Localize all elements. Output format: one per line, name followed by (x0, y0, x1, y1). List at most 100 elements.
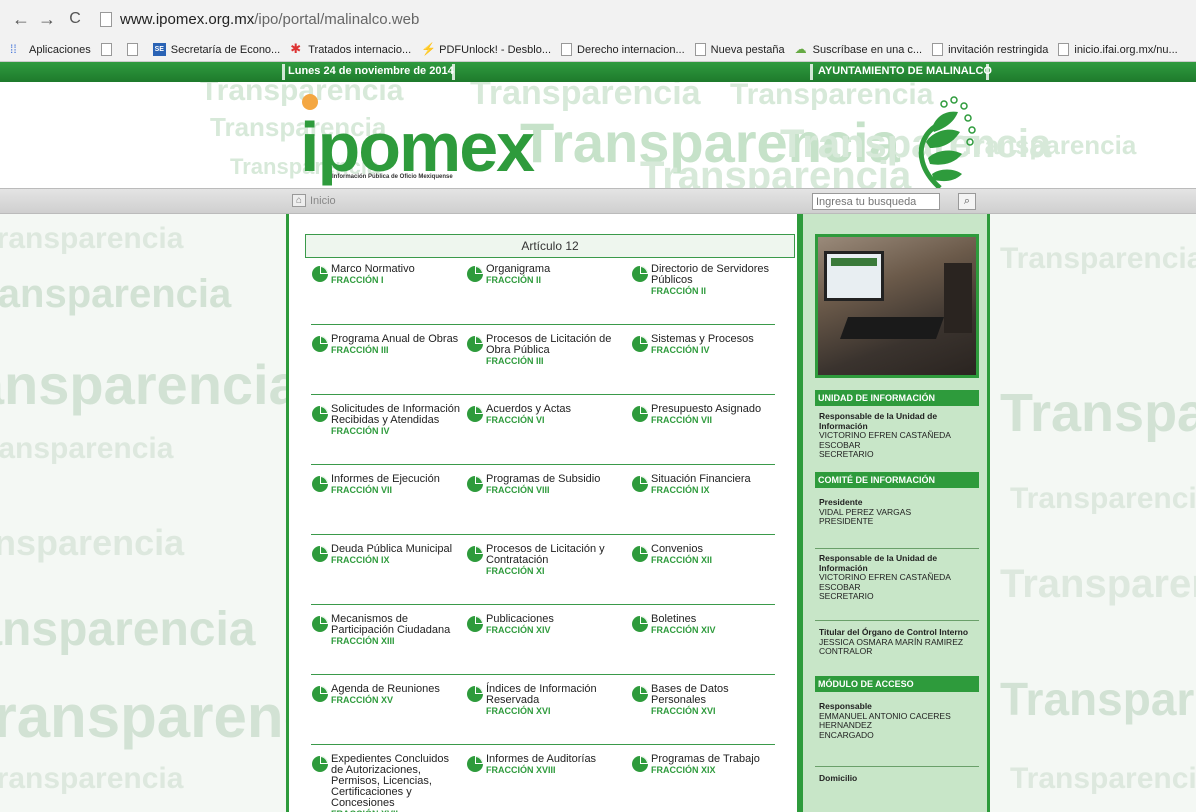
fraction-number: FRACCIÓN XIV (486, 625, 551, 635)
tower-image (944, 263, 972, 333)
fraction-text: Acuerdos y Actas FRACCIÓN VI (486, 403, 571, 426)
pie-chart-icon (467, 266, 483, 282)
fraction-link[interactable]: Boletines FRACCIÓN XIV (631, 614, 781, 635)
pie-chart-icon (312, 686, 328, 702)
fraction-link[interactable]: Expedientes Concluidos de Autorizaciones… (311, 754, 461, 812)
fraction-title: Publicaciones (486, 613, 554, 625)
search-input[interactable] (812, 193, 940, 210)
fraction-link[interactable]: Informes de Auditorías FRACCIÓN XVIII (466, 754, 616, 775)
fraction-text: Programa Anual de Obras FRACCIÓN III (331, 333, 459, 356)
bookmark-item[interactable]: Nueva pestaña (694, 43, 785, 56)
url-domain: www.ipomex.org.mx (120, 10, 255, 28)
bookmark-label: Aplicaciones (29, 43, 91, 56)
row-divider (311, 674, 775, 675)
fraction-title: Presupuesto Asignado (651, 403, 762, 415)
pie-chart-icon (312, 406, 328, 422)
back-button[interactable]: ← (12, 9, 30, 30)
fraction-row: Programa Anual de Obras FRACCIÓN III Proce… (311, 334, 775, 394)
fraction-link[interactable]: Programas de Subsidio FRACCIÓN VIII (466, 474, 616, 495)
fraction-title: Mecanismos de Participación Ciudadana (331, 613, 451, 636)
bookmark-label: PDFUnlock! - Desblo... (439, 43, 552, 56)
bookmark-item[interactable] (126, 43, 143, 56)
watermark-text: Transparencia (0, 432, 174, 465)
fraction-title: Convenios (651, 543, 703, 555)
pie-chart-icon (467, 476, 483, 492)
fraction-text: Marco Normativo FRACCIÓN I (331, 264, 415, 286)
bookmark-item[interactable]: SE Secretaría de Econo... (152, 43, 280, 56)
fraction-link[interactable]: Mecanismos de Participación Ciudadana FRA… (311, 614, 461, 646)
fraction-link[interactable]: Índices de Información Reservada FRACCIÓN… (466, 684, 616, 716)
bookmark-label: Suscríbase en una c... (812, 43, 923, 56)
office-photo (815, 234, 979, 378)
fraction-title: Procesos de Licitación de Obra Pública (486, 333, 612, 356)
pdf-icon: ⚡ (421, 42, 437, 56)
fraction-link[interactable]: Procesos de Licitación y Contratación FRA… (466, 544, 616, 576)
address-bar[interactable]: www.ipomex.org.mx/ipo/portal/malinalco.w… (120, 11, 419, 28)
pie-chart-icon (467, 336, 483, 352)
home-link[interactable]: ⌂ Inicio (292, 194, 336, 207)
fraction-link[interactable]: Publicaciones FRACCIÓN XIV (466, 614, 616, 635)
page-icon (561, 43, 573, 56)
fraction-link[interactable]: Acuerdos y Actas FRACCIÓN VI (466, 404, 616, 425)
separator (815, 548, 979, 549)
modulo-header: MÓDULO DE ACCESO (815, 676, 979, 692)
fraction-text: Procesos de Licitación de Obra Pública FR… (486, 333, 616, 367)
pie-chart-icon (467, 756, 483, 772)
fraction-link[interactable]: Programas de Trabajo FRACCIÓN XIX (631, 754, 781, 775)
comite-member: Responsable de la Unidad de Información … (819, 553, 979, 602)
fraction-title: Procesos de Licitación y Contratación (486, 543, 605, 566)
fraction-link[interactable]: Directorio de Servidores Públicos FRACCIÓ… (631, 264, 781, 296)
role-label: Responsable de la Unidad de Información (819, 411, 938, 431)
bookmark-label: Nueva pestaña (710, 43, 785, 56)
fraction-link[interactable]: Solicitudes de Información Recibidas y A… (311, 404, 461, 436)
fraction-link[interactable]: Agenda de Reuniones FRACCIÓN XV (311, 684, 461, 705)
bookmark-label: Derecho internacion... (577, 43, 685, 56)
fraction-text: Índices de Información Reservada FRACCIÓN… (486, 684, 616, 717)
fraction-number: FRACCIÓN VII (651, 415, 713, 425)
fraction-title: Situación Financiera (651, 473, 751, 485)
fraction-link[interactable]: Programa Anual de Obras FRACCIÓN III (311, 334, 461, 355)
banner: Transparencia Transparencia Transparenci… (0, 82, 1196, 188)
bookmark-item[interactable]: ⚡ PDFUnlock! - Desblo... (421, 43, 551, 56)
watermark-text: Transparencia (0, 272, 232, 316)
fraction-link[interactable]: Presupuesto Asignado FRACCIÓN VII (631, 404, 781, 425)
forward-button[interactable]: → (38, 9, 56, 30)
fraction-link[interactable]: Informes de Ejecución FRACCIÓN VII (311, 474, 461, 495)
fraction-link[interactable]: Sistemas y Procesos FRACCIÓN IV (631, 334, 781, 355)
reload-button[interactable]: C (66, 10, 84, 28)
fraction-link[interactable]: Bases de Datos Personales FRACCIÓN XVI (631, 684, 781, 716)
fraction-title: Acuerdos y Actas (486, 403, 571, 415)
fraction-text: Programas de Trabajo FRACCIÓN XIX (651, 754, 760, 776)
fraction-link[interactable]: Situación Financiera FRACCIÓN IX (631, 474, 781, 495)
row-divider (311, 394, 775, 395)
pie-chart-icon (632, 266, 648, 282)
bookmark-item[interactable]: ☁ Suscríbase en una c... (795, 43, 922, 56)
bookmark-item[interactable] (100, 43, 117, 56)
bookmark-item[interactable]: ⁞⁞ Aplicaciones (10, 43, 91, 56)
fraction-row: Informes de Ejecución FRACCIÓN VII Program… (311, 474, 775, 534)
person-name: EMMANUEL ANTONIO CACERES HERNANDEZ (819, 710, 951, 730)
fraction-text: Solicitudes de Información Recibidas y A… (331, 404, 461, 437)
bookmark-item[interactable]: invitación restringida (932, 43, 1048, 56)
logo[interactable]: ipomex (300, 112, 535, 182)
fraction-link[interactable]: Organigrama FRACCIÓN II (466, 264, 616, 285)
bookmark-item[interactable]: inicio.ifai.org.mx/nu... (1058, 43, 1178, 56)
search-icon[interactable]: ⌕ (958, 193, 976, 210)
pie-chart-icon (632, 756, 648, 772)
leaf-logo-icon (918, 96, 976, 188)
fraction-link[interactable]: Procesos de Licitación de Obra Pública FR… (466, 334, 616, 366)
article-title: Artículo 12 (305, 234, 795, 258)
fraction-row: Marco Normativo FRACCIÓN I Organigrama FRAC… (311, 264, 775, 324)
fraction-number: FRACCIÓN XII (651, 555, 713, 565)
comite-member: Presidente VIDAL PEREZ VARGAS PRESIDENTE (819, 497, 979, 527)
fraction-link[interactable]: Convenios FRACCIÓN XII (631, 544, 781, 565)
star-icon: ✱ (290, 41, 302, 56)
bookmark-label: inicio.ifai.org.mx/nu... (1074, 43, 1178, 56)
bookmark-item[interactable]: ✱ Tratados internacio... (290, 41, 411, 56)
bookmark-item[interactable]: Derecho internacion... (561, 43, 685, 56)
fraction-number: FRACCIÓN XI (486, 566, 545, 576)
fraction-link[interactable]: Marco Normativo FRACCIÓN I (311, 264, 461, 285)
fraction-row: Agenda de Reuniones FRACCIÓN XV Índices de… (311, 684, 775, 744)
fraction-link[interactable]: Deuda Pública Municipal FRACCIÓN IX (311, 544, 461, 565)
fraction-title: Programa Anual de Obras (331, 333, 459, 345)
